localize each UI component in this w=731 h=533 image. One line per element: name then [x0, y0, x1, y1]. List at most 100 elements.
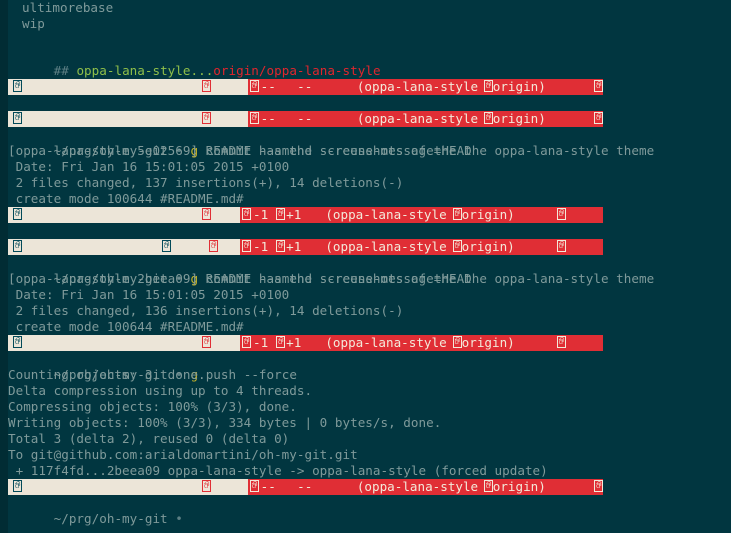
push-output-line: Writing objects: 100% (3/3), 334 bytes |… — [0, 415, 731, 431]
push-output-line: To git@github.com:arialdomartini/oh-my-g… — [0, 447, 731, 463]
statusbar-repo-icon: 25 CF — [13, 208, 22, 220]
statusbar-remote-segment: 25 CF -- -- (oppa-lana-style 25 CF origin) 25 CF — [248, 479, 604, 495]
push-output-line: Total 3 (delta 2), reused 0 (delta 0) — [0, 431, 731, 447]
statusbar-repo-icon: 25 CF — [13, 80, 22, 92]
commit1-summary: [oppa-lana-style 5e02569] README has the… — [8, 143, 655, 158]
terminal-window: ultimorebase wip ## oppa-lana-style...or… — [0, 0, 731, 533]
prompt-row-commit-2: ~/prg/oh-my-git • g commit --amend --reu… — [0, 255, 731, 286]
statusbar-end-icon: 25 CF — [594, 480, 604, 492]
commit2-summary: [oppa-lana-style 2beea09] README has the… — [8, 271, 655, 286]
statusbar-local-segment: 25 CF 25 CF — [8, 479, 248, 495]
statusbar-repo-icon: 25 CF — [13, 336, 22, 348]
prompt-row-commit-1: ~/prg/oh-my-git • g commit --amend --reu… — [0, 127, 731, 158]
statusbar-ahead-count: -- — [260, 479, 276, 494]
statusbar-behind-count: +1 — [286, 335, 302, 350]
statusbar-remote-icon: 25 CF — [483, 480, 493, 492]
statusbar-behind-icon: 25 CF — [276, 240, 286, 252]
statusbar-end-icon: 25 CF — [556, 208, 566, 220]
statusbar-branch-name: (oppa-lana-style — [356, 479, 479, 494]
push-line-4: Writing objects: 100% (3/3), 334 bytes |… — [8, 415, 442, 430]
statusbar-behind-count: -- — [297, 479, 313, 494]
statusbar-branch-name: (oppa-lana-style — [325, 207, 447, 222]
prompt-row-d: ~/prg/oh-my-git • d — [0, 95, 731, 126]
statusbar-branch-icon: 25 CF — [242, 336, 251, 348]
git-powerline-statusbar: 25 CF 25 CF 25 CF -- -- (oppa-lana-style 25 CF orig… — [8, 111, 604, 127]
statusbar-end-icon: 25 CF — [556, 336, 566, 348]
push-line-3: Compressing objects: 100% (3/3), done. — [8, 399, 297, 414]
git-powerline-statusbar: 25 CF 25 CF 25 CF -- -- (oppa-lana-style 25 CF orig… — [8, 79, 604, 95]
statusbar-remote-name: origin) — [461, 335, 515, 350]
prompt-path: ~/prg/oh-my-git — [53, 511, 168, 526]
commit-output-line: [oppa-lana-style 2beea09] README has the… — [0, 271, 731, 287]
commit1-date: Date: Fri Jan 16 15:01:05 2015 +0100 — [8, 159, 290, 174]
stash-entry-row: wip — [0, 16, 731, 32]
push-output-line: Compressing objects: 100% (3/3), done. — [0, 399, 731, 415]
commit-output-line: Date: Fri Jan 16 15:01:05 2015 +0100 — [0, 287, 731, 303]
statusbar-end-icon: 25 CF — [594, 112, 604, 124]
statusbar-local-segment: 25 CF 25 CF 25 CF — [8, 239, 240, 255]
statusbar-repo-icon: 25 CF — [13, 112, 22, 124]
statusbar-branch-icon: 25 CF — [249, 480, 259, 492]
push-line-6: To git@github.com:arialdomartini/oh-my-g… — [8, 447, 358, 462]
statusbar-dirty-icon: 25 CF — [202, 480, 211, 492]
git-powerline-statusbar: 25 CF 25 CF 25 CF -- -- (oppa-lana-style 25 CF orig… — [8, 479, 604, 495]
statusbar-branch-name: (oppa-lana-style — [356, 111, 479, 126]
statusbar-remote-icon: 25 CF — [452, 336, 462, 348]
commit-output-line: 2 files changed, 137 insertions(+), 14 d… — [0, 175, 731, 191]
statusbar-behind-count: -- — [297, 79, 313, 94]
commit1-create-mode: create mode 100644 #README.md# — [8, 191, 244, 206]
git-powerline-statusbar: 25 CF 25 CF 25 CF 25 CF -1 25 CF +1 (oppa-lana-style… — [8, 239, 603, 255]
statusbar-remote-icon: 25 CF — [452, 240, 462, 252]
commit2-date: Date: Fri Jan 16 15:01:05 2015 +0100 — [8, 287, 290, 302]
commit2-stats: 2 files changed, 136 insertions(+), 14 d… — [8, 303, 404, 318]
statusbar-branch-icon: 25 CF — [242, 240, 251, 252]
statusbar-dirty-icon: 25 CF — [202, 336, 211, 348]
statusbar-behind-count: -- — [297, 111, 313, 126]
statusbar-end-icon: 25 CF — [556, 240, 566, 252]
statusbar-behind-count: +1 — [286, 239, 302, 254]
statusbar-branch-name: (oppa-lana-style — [325, 335, 447, 350]
statusbar-extra-icon-1: 25 CF — [162, 240, 171, 252]
push-output-line: Delta compression using up to 4 threads. — [0, 383, 731, 399]
statusbar-branch-icon: 25 CF — [249, 112, 259, 124]
statusbar-ahead-count: -- — [260, 111, 276, 126]
statusbar-remote-name: origin) — [461, 239, 515, 254]
terminal-left-gutter — [0, 0, 8, 533]
statusbar-behind-icon: 25 CF — [276, 208, 286, 220]
statusbar-behind-count: +1 — [286, 207, 302, 222]
commit-output-line: [oppa-lana-style 5e02569] README has the… — [0, 143, 731, 159]
statusbar-local-segment: 25 CF 25 CF — [8, 207, 240, 223]
statusbar-ahead-count: -1 — [253, 207, 269, 222]
git-powerline-statusbar: 25 CF 25 CF 25 CF -1 25 CF +1 (oppa-lana-style 25 CF… — [8, 335, 603, 351]
prompt-row-active[interactable]: ~/prg/oh-my-git • — [0, 495, 731, 526]
stash-entry-row: ultimorebase — [0, 0, 731, 16]
statusbar-remote-icon: 25 CF — [483, 80, 493, 92]
statusbar-remote-name: origin) — [492, 79, 546, 94]
push-line-1: Counting objects: 3, done. — [8, 367, 206, 382]
push-output-line: Counting objects: 3, done. — [0, 367, 731, 383]
statusbar-ahead-count: -1 — [253, 335, 269, 350]
push-output-line: + 117f4fd...2beea09 oppa-lana-style -> o… — [0, 463, 731, 479]
statusbar-dirty-icon: 25 CF — [202, 208, 211, 220]
commit-output-line: create mode 100644 #README.md# — [0, 191, 731, 207]
statusbar-remote-segment: 25 CF -1 25 CF +1 (oppa-lana-style 25 CF origin) 2… — [240, 335, 603, 351]
commit-output-line: 2 files changed, 136 insertions(+), 14 d… — [0, 303, 731, 319]
statusbar-ahead-count: -1 — [253, 239, 269, 254]
prompt-row-push: ~/prg/oh-my-git • g push --force — [0, 351, 731, 382]
statusbar-remote-segment: 25 CF -1 25 CF +1 (oppa-lana-style 25 CF origin) 2… — [240, 207, 603, 223]
commit-output-line: Date: Fri Jan 16 15:01:05 2015 +0100 — [0, 159, 731, 175]
stash-entry-1: ultimorebase — [22, 0, 114, 15]
git-status-file-row: M README.md — [0, 63, 731, 94]
statusbar-remote-name: origin) — [492, 111, 546, 126]
statusbar-ahead-count: -- — [260, 79, 276, 94]
statusbar-remote-name: origin) — [461, 207, 515, 222]
prompt-row-add: ~/prg/oh-my-git • g add . — [0, 223, 731, 254]
statusbar-remote-segment: 25 CF -- -- (oppa-lana-style 25 CF origin) 25 CF — [248, 111, 604, 127]
git-powerline-statusbar: 25 CF 25 CF 25 CF -1 25 CF +1 (oppa-lana-style 25 CF… — [8, 207, 603, 223]
statusbar-local-segment: 25 CF 25 CF — [8, 335, 240, 351]
statusbar-dirty-icon: 25 CF — [202, 112, 211, 124]
statusbar-end-icon: 25 CF — [594, 80, 604, 92]
statusbar-branch-icon: 25 CF — [249, 80, 259, 92]
statusbar-dirty-icon: 25 CF — [202, 80, 211, 92]
statusbar-branch-name: (oppa-lana-style — [325, 239, 447, 254]
